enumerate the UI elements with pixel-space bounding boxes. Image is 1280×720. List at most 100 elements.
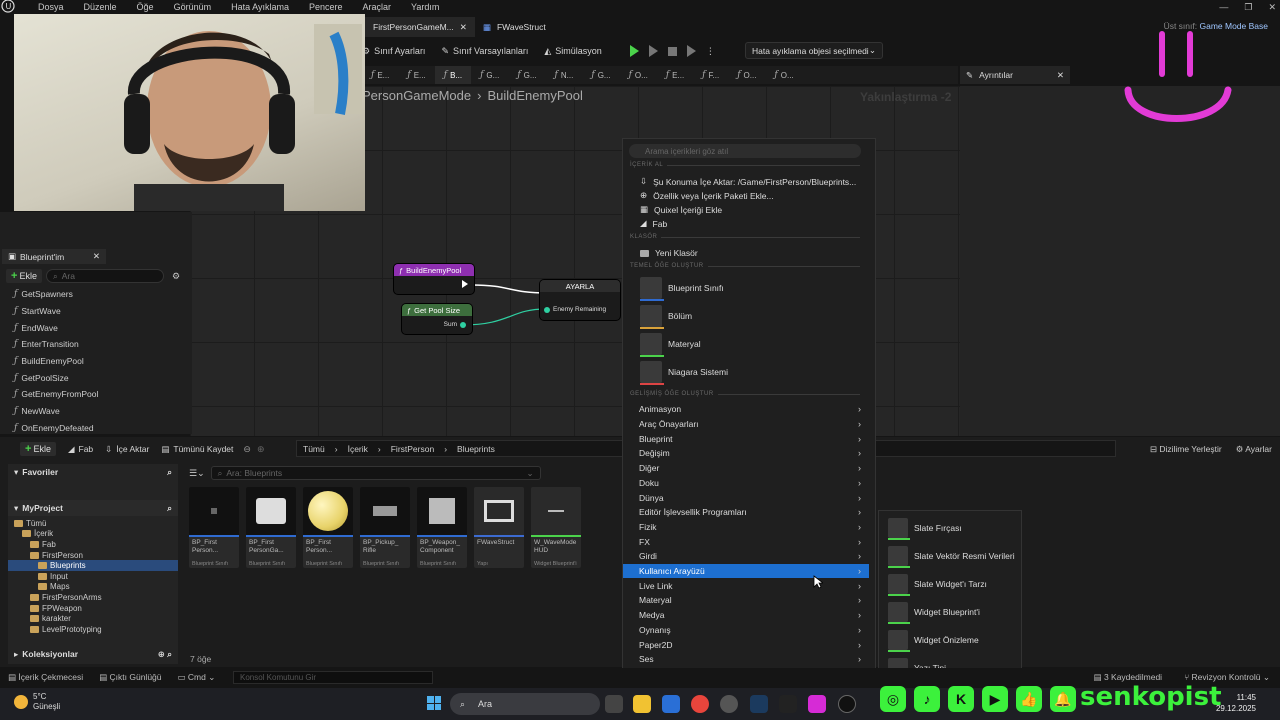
basic-asset-item[interactable]: Bölüm <box>640 304 692 329</box>
favorites-header[interactable]: ▾ Favoriler ⌕ <box>8 464 178 480</box>
cb-settings-button[interactable]: ⚙ Ayarlar <box>1236 444 1272 455</box>
category-item[interactable]: Live Link › <box>623 578 869 593</box>
context-search-input[interactable]: Arama içerikleri göz atıl <box>629 144 861 158</box>
taskbar-clock[interactable]: 11:45 29.12.2025 <box>1216 692 1256 714</box>
class-settings-button[interactable]: ⚙ Sınıf Ayarları <box>362 46 425 57</box>
folder-tree-item[interactable]: Tümü <box>8 518 178 529</box>
ui-submenu-item[interactable]: Slate Fırçası <box>888 516 962 540</box>
details-tab[interactable]: ✎ Ayrıntılar ✕ <box>960 66 1070 84</box>
folder-tree-item[interactable]: Input <box>8 571 178 582</box>
category-item[interactable]: Fizik › <box>623 520 869 535</box>
step-icon[interactable] <box>648 45 658 57</box>
add-quixel-item[interactable]: ▦ Quixel İçeriği Ekle <box>640 204 722 215</box>
play-icon[interactable] <box>629 45 639 57</box>
graph-tab[interactable]: ƒ G... <box>582 66 619 84</box>
console-input[interactable]: Konsol Komutunu Gir <box>233 671 433 684</box>
folder-tree-item[interactable]: FirstPerson <box>8 550 178 561</box>
asset-tile[interactable]: BP_First PersonGa... Blueprint Sınıfı <box>246 487 296 568</box>
path-segment[interactable]: İçerik <box>348 444 368 454</box>
menu-tools[interactable]: Araçlar <box>353 0 402 14</box>
save-all-button[interactable]: ▤ Tümünü Kaydet <box>161 444 233 455</box>
blueprint-search-input[interactable]: ⌕ Ara <box>45 269 164 283</box>
stop-icon[interactable] <box>667 46 677 56</box>
fab-item[interactable]: ◢ Fab <box>640 218 667 229</box>
ui-submenu-item[interactable]: Slate Vektör Resmi Verileri <box>888 544 1015 568</box>
content-drawer-button[interactable]: ▤ İçerik Çekmecesi <box>8 672 83 683</box>
category-item[interactable]: Ses › <box>623 652 869 667</box>
close-icon[interactable]: ✕ <box>93 251 100 262</box>
class-defaults-button[interactable]: ✎ Sınıf Varsayılanları <box>441 46 528 57</box>
collections-header[interactable]: ▸ Koleksiyonlar ⊕ ⌕ <box>8 646 178 662</box>
menu-window[interactable]: Pencere <box>299 0 353 14</box>
category-item[interactable]: Araç Önayarları › <box>623 417 869 432</box>
folder-tree-item[interactable]: karakter <box>8 613 178 624</box>
basic-asset-item[interactable]: Niagara Sistemi <box>640 360 728 385</box>
enemy-remaining-pin[interactable]: Enemy Remaining <box>544 306 606 313</box>
graph-tab[interactable]: ƒ N... <box>546 66 583 84</box>
basic-asset-item[interactable]: Materyal <box>640 332 701 357</box>
category-item[interactable]: Blueprint › <box>623 431 869 446</box>
folder-tree-item[interactable]: FPWeapon <box>8 603 178 614</box>
menu-view[interactable]: Görünüm <box>164 0 222 14</box>
menu-edit[interactable]: Düzenle <box>74 0 127 14</box>
category-item[interactable]: Animasyon › <box>623 402 869 417</box>
folder-tree-item[interactable]: Fab <box>8 539 178 550</box>
eject-icon[interactable] <box>686 45 696 57</box>
ui-submenu-item[interactable]: Slate Widget'ı Tarzı <box>888 572 987 596</box>
windows-start-icon[interactable] <box>427 696 441 710</box>
path-segment[interactable]: Blueprints <box>457 444 495 454</box>
output-log-button[interactable]: ▤ Çıktı Günlüğü <box>99 672 161 683</box>
minimize-icon[interactable]: — <box>1219 2 1228 12</box>
project-header[interactable]: ▾ MyProject ⌕ <box>8 500 178 516</box>
basic-asset-item[interactable]: Blueprint Sınıfı <box>640 276 724 301</box>
function-list-item[interactable]: ƒ GetSpawners <box>14 286 184 303</box>
category-item[interactable]: Diğer › <box>623 461 869 476</box>
folder-tree-item[interactable]: İçerik <box>8 529 178 540</box>
category-item[interactable]: Dünya › <box>623 490 869 505</box>
ui-submenu-item[interactable]: Widget Önizleme <box>888 628 979 652</box>
chrome-icon[interactable] <box>691 695 709 713</box>
breadcrumb-function[interactable]: BuildEnemyPool <box>487 88 582 103</box>
menu-debug[interactable]: Hata Ayıklama <box>221 0 299 14</box>
category-item[interactable]: Kullanıcı Arayüzü › <box>623 563 869 579</box>
graph-tab[interactable]: ƒ O... <box>728 66 765 84</box>
my-blueprint-tab[interactable]: ▣ Blueprint'im ✕ <box>2 249 106 264</box>
taskbar-search[interactable]: ⌕ Ara <box>450 693 600 715</box>
category-item[interactable]: Girdi › <box>623 549 869 564</box>
gear-icon[interactable]: ⚙ <box>172 271 180 282</box>
dock-button[interactable]: ⊟ Dizilime Yerleştir <box>1150 444 1222 455</box>
app-icon[interactable] <box>808 695 826 713</box>
graph-tab[interactable]: ƒ O... <box>620 66 657 84</box>
import-to-location-item[interactable]: ⇩ Şu Konuma İçe Aktar: /Game/FirstPerson/… <box>640 176 856 187</box>
breadcrumb-class[interactable]: PersonGameMode <box>362 88 471 103</box>
unreal-logo-icon[interactable]: U <box>0 0 28 15</box>
asset-tile[interactable]: BP_Pickup_ Rifle Blueprint Sınıfı <box>360 487 410 568</box>
function-list-item[interactable]: ƒ OnEnemyDefeated <box>14 420 184 437</box>
function-list-item[interactable]: ƒ StartWave <box>14 303 184 320</box>
path-segment[interactable]: Tümü <box>303 444 325 454</box>
category-item[interactable]: Doku › <box>623 476 869 491</box>
graph-tab[interactable]: ƒ E... <box>362 66 398 84</box>
back-icon[interactable]: ⊖ <box>243 444 251 455</box>
graph-tab[interactable]: ƒ E... <box>657 66 693 84</box>
set-node[interactable]: AYARLA Enemy Remaining <box>540 280 620 320</box>
menu-help[interactable]: Yardım <box>401 0 449 14</box>
menu-file[interactable]: Dosya <box>28 0 74 14</box>
function-list-item[interactable]: ƒ EnterTransition <box>14 336 184 353</box>
folder-tree-item[interactable]: Blueprints <box>8 560 178 571</box>
function-list-item[interactable]: ƒ GetEnemyFromPool <box>14 386 184 403</box>
more-options-icon[interactable]: ⋮ <box>706 46 715 57</box>
category-item[interactable]: Oynanış › <box>623 623 869 638</box>
asset-tile[interactable]: W_WaveMode HUD Widget Blueprint'i <box>531 487 581 568</box>
filter-icon[interactable]: ☰⌄ <box>189 468 205 479</box>
function-list-item[interactable]: ƒ GetPoolSize <box>14 369 184 386</box>
close-icon[interactable]: ✕ <box>1057 70 1064 81</box>
category-item[interactable]: FX › <box>623 534 869 549</box>
forward-icon[interactable]: ⊕ <box>257 444 265 455</box>
menu-asset[interactable]: Öğe <box>127 0 164 14</box>
search-icon[interactable]: ⌕ <box>167 467 172 478</box>
graph-tab[interactable]: ƒ B... <box>434 66 472 84</box>
store-icon[interactable] <box>662 695 680 713</box>
asset-tile[interactable]: FWaveStruct Yapı <box>474 487 524 568</box>
get-pool-size-node[interactable]: ƒ Get Pool Size Sum <box>402 304 472 334</box>
